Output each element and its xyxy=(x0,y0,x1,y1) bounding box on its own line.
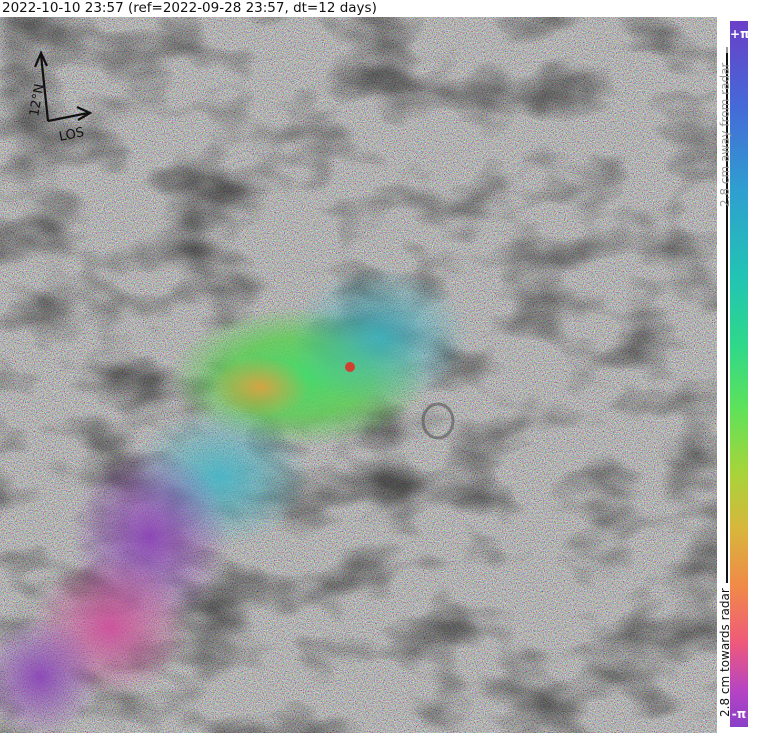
colorbar-top-label: +π xyxy=(730,27,750,41)
interferogram-map: 12°N LOS xyxy=(0,17,717,733)
image-title: 2022-10-10 23:57 (ref=2022-09-28 23:57, … xyxy=(2,0,377,16)
colorbar-bottom-label: -π xyxy=(731,707,747,721)
away-from-radar-label: 2.8 cm away from radar xyxy=(718,62,732,207)
towards-radar-label: 2.8 cm towards radar xyxy=(718,588,732,717)
interferogram-image: 12°N LOS xyxy=(0,17,717,733)
phase-colorbar: +π -π 2.8 cm away from radar 2.8 cm towa… xyxy=(717,17,765,733)
colorbar-gradient: +π -π xyxy=(730,21,750,727)
